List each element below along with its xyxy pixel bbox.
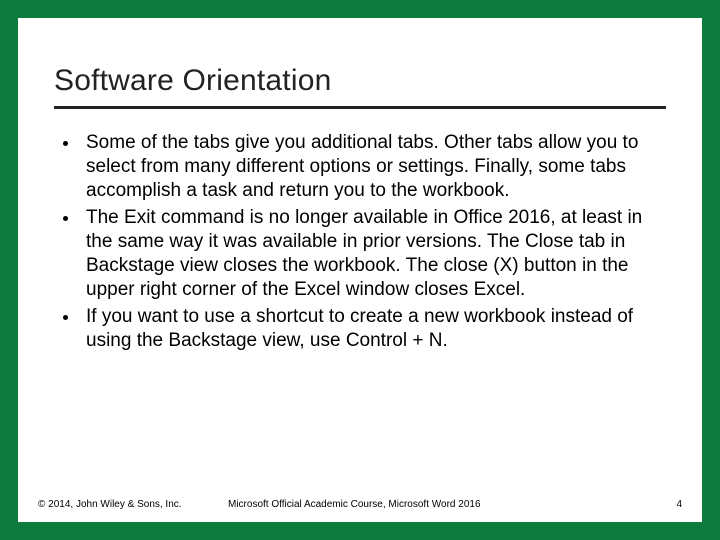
title-underline [54, 106, 666, 109]
footer-page-number: 4 [652, 499, 682, 510]
footer-copyright: © 2014, John Wiley & Sons, Inc. [38, 499, 228, 510]
slide-title: Software Orientation [54, 64, 666, 98]
bullet-list: Some of the tabs give you additional tab… [54, 131, 666, 353]
list-item: If you want to use a shortcut to create … [80, 305, 666, 353]
list-item: The Exit command is no longer available … [80, 206, 666, 301]
footer-course: Microsoft Official Academic Course, Micr… [228, 499, 652, 510]
slide-frame: Software Orientation Some of the tabs gi… [0, 0, 720, 540]
list-item: Some of the tabs give you additional tab… [80, 131, 666, 202]
slide-content: Software Orientation Some of the tabs gi… [18, 18, 702, 353]
slide-footer: © 2014, John Wiley & Sons, Inc. Microsof… [38, 499, 682, 510]
